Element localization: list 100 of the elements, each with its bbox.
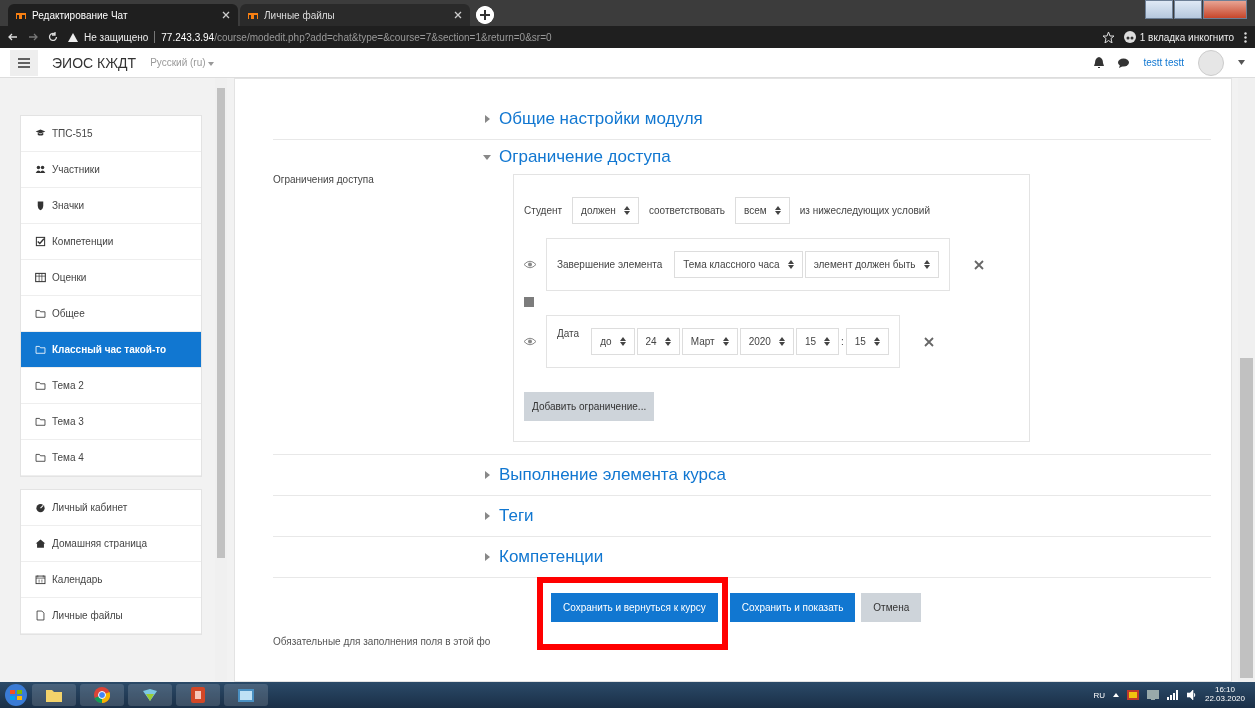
language-indicator[interactable]: RU [1093,690,1105,700]
section-header[interactable]: Компетенции [273,537,1211,578]
reload-icon[interactable] [48,32,58,42]
badges-icon [35,200,46,211]
caret-icon [483,553,491,561]
sidebar-item[interactable]: Домашняя страница [21,526,201,562]
start-icon[interactable] [4,683,28,707]
section-header[interactable]: Общие настройки модуля [273,99,1211,140]
select-arrow-icon [623,206,630,215]
select-arrow-icon [923,260,930,269]
select-field[interactable]: Тема классного часа [674,251,803,278]
select-field[interactable]: 15 [795,328,839,355]
sidebar-item[interactable]: Компетенции [21,224,201,260]
delete-icon[interactable] [973,259,984,270]
presentation-icon [191,687,205,703]
caret-icon [483,153,491,161]
completion-condition: Завершение элемента Тема классного часа элемент должен быть [546,238,950,291]
bell-icon[interactable] [1094,57,1105,68]
select-field[interactable]: до [591,328,635,355]
calendar-icon [35,574,46,585]
sidebar-item[interactable]: Оценки [21,260,201,296]
select-field[interactable]: 24 [636,328,680,355]
site-name[interactable]: ЭИОС КЖДТ [52,54,137,71]
select-field[interactable]: всем [735,197,790,224]
taskbar-button[interactable] [128,684,172,706]
close-icon[interactable] [222,11,230,19]
eye-icon[interactable] [524,260,536,269]
caret-icon [483,512,491,520]
chat-icon[interactable] [1118,57,1130,68]
select-field[interactable]: должен [572,197,639,224]
taskbar-button[interactable] [32,684,76,706]
back-icon[interactable] [8,32,18,42]
image-viewer-icon [238,688,254,702]
sidebar-item[interactable]: Тема 3 [21,404,201,440]
date-condition: Дата до 24 Март 2020 15 : 15 [546,315,900,368]
grades-icon [35,272,46,283]
profile-label[interactable]: 1 вкладка инкогнито [1139,31,1234,43]
select-arrow-icon [824,337,830,346]
close-icon[interactable] [454,11,462,19]
save-button[interactable]: Сохранить и показать [729,593,856,622]
menu-icon[interactable] [1244,31,1247,43]
sidebar-item[interactable]: Участники [21,152,201,188]
section-header[interactable]: Ограничение доступа [273,140,1211,174]
caret-icon[interactable] [1112,693,1119,697]
tray-app-icon[interactable] [1126,690,1139,700]
menu-icon [18,57,30,68]
select-field[interactable]: 2020 [739,328,794,355]
maximize-button[interactable] [1174,0,1202,19]
forward-icon[interactable] [28,32,38,42]
sidebar-item[interactable]: Тема 4 [21,440,201,476]
star-icon[interactable] [1102,31,1114,43]
select-arrow-icon [774,206,781,215]
sidebar-item[interactable]: Календарь [21,562,201,598]
select-arrow-icon [787,260,794,269]
delete-icon[interactable] [923,336,934,347]
new-tab-icon[interactable] [476,6,494,24]
signal-icon[interactable] [1166,690,1179,700]
select-field[interactable]: 15 [845,328,889,355]
sidebar-item[interactable]: Личный кабинет [21,490,201,526]
sidebar-item[interactable]: Значки [21,188,201,224]
field-text: Студент [524,205,563,216]
field-text: из нижеследующих условий [799,205,930,216]
taskbar-button[interactable] [176,684,220,706]
folder-icon [35,416,46,427]
folder-icon [35,452,46,463]
save-button[interactable]: Сохранить и вернуться к курсу [551,593,718,622]
competencies-icon [35,236,46,247]
menu-button[interactable] [10,49,38,76]
select-field[interactable]: Март [681,328,738,355]
section-header[interactable]: Выполнение элемента курса [273,455,1211,496]
browser-tab[interactable]: Личные файлы [240,4,470,26]
section-header[interactable]: Теги [273,496,1211,537]
files-icon [35,610,46,621]
field-text: : [841,336,844,347]
select-arrow-icon [664,337,671,346]
field-text: соответствовать [648,205,726,216]
address-bar[interactable]: Не защищено 77.243.3.94/course/modedit.php?add=chat&type=&course=7&section=1&return=0&sr=0 [68,28,1093,46]
sidebar-item[interactable]: Тема 2 [21,368,201,404]
caret-icon [483,115,491,123]
sidebar-item[interactable]: Личные файлы [21,598,201,634]
eye-icon[interactable] [524,337,536,346]
cancel-button[interactable]: Отмена [861,593,922,622]
speaker-icon[interactable] [1186,690,1197,700]
caret-icon [483,471,491,479]
clock[interactable]: 16:10 22.03.2020 [1204,686,1245,704]
select-arrow-icon [873,337,880,346]
taskbar-button[interactable] [224,684,268,706]
taskbar-button[interactable] [80,684,124,706]
sidebar-item[interactable]: Классный час такой-то [21,332,201,368]
user-name[interactable]: testt testt [1143,57,1184,68]
sidebar-item[interactable]: ТПС-515 [21,116,201,152]
caret-icon[interactable] [1238,60,1245,65]
add-restriction-button[interactable]: Добавить ограничение... [524,392,655,421]
folder-icon [35,308,46,319]
folder-icon [46,688,62,702]
required-fields-note: Обязательные для заполнения поля в этой фо [273,636,492,647]
select-arrow-icon [619,337,626,346]
minimize-button[interactable] [1145,0,1173,19]
browser-tab[interactable]: Редактирование Чат [8,4,238,26]
select-field[interactable]: элемент должен быть [804,251,939,278]
